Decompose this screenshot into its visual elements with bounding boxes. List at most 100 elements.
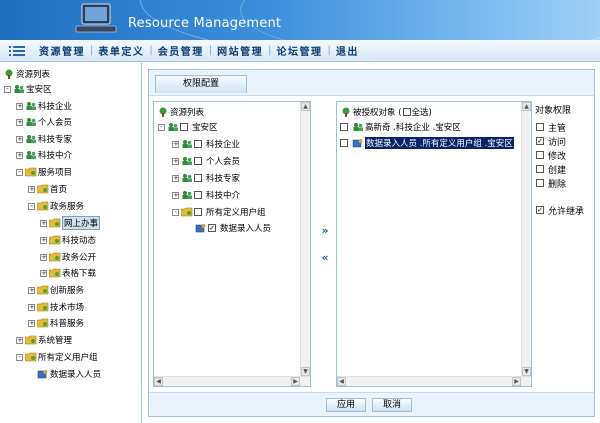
item-checkbox[interactable] xyxy=(340,139,348,147)
add-authorized-button[interactable]: » xyxy=(317,225,333,239)
resource-tree-item-label: 个人会员 xyxy=(206,157,241,167)
permission-checkbox[interactable] xyxy=(536,123,544,131)
allow-inherit-checkbox[interactable]: ✓ xyxy=(536,206,544,214)
item-checkbox[interactable] xyxy=(180,123,188,131)
expand-toggle[interactable]: + xyxy=(172,174,179,182)
vertical-scrollbar[interactable]: ▲ ▼ xyxy=(521,102,531,376)
collapse-toggle[interactable]: - xyxy=(4,85,11,93)
permission-option[interactable]: ✓ 访问 xyxy=(536,135,566,148)
select-all-checkbox[interactable] xyxy=(402,108,411,116)
tree-item[interactable]: + 科技中介 xyxy=(16,148,72,162)
expand-toggle[interactable]: + xyxy=(16,135,23,143)
tree-item[interactable]: + 科技企业 xyxy=(16,99,72,113)
expand-toggle[interactable]: + xyxy=(28,303,35,311)
permission-option[interactable]: 修改 xyxy=(536,149,566,162)
expand-toggle[interactable]: + xyxy=(16,336,23,344)
item-checkbox[interactable] xyxy=(194,174,202,182)
permission-checkbox[interactable]: ✓ xyxy=(536,137,544,145)
authorized-item[interactable]: 数据录入人员 .所有定义用户组 .宝安区 xyxy=(340,136,514,150)
menu-website-management[interactable]: 网站管理 xyxy=(212,43,268,58)
expand-toggle[interactable]: + xyxy=(16,151,23,159)
tree-item[interactable]: + 科技动态 xyxy=(40,233,96,247)
collapse-toggle[interactable]: - xyxy=(172,208,179,216)
menu-exit[interactable]: 退出 xyxy=(331,43,364,58)
scroll-down-arrow[interactable]: ▼ xyxy=(301,367,310,376)
menu-forum-management[interactable]: 论坛管理 xyxy=(272,43,328,58)
item-checkbox[interactable] xyxy=(194,157,202,165)
authorized-item[interactable]: 高新奇 .科技企业 .宝安区 xyxy=(340,120,461,134)
resource-tree-item[interactable]: + 科技中介 xyxy=(172,188,240,202)
tree-item[interactable]: + 个人会员 xyxy=(16,115,72,129)
scroll-right-arrow[interactable]: ▶ xyxy=(512,377,521,386)
apply-button[interactable]: 应用 xyxy=(326,398,366,412)
expand-toggle[interactable]: + xyxy=(172,191,179,199)
tree-item[interactable]: + 技术市场 xyxy=(28,300,84,314)
menu-form-definition[interactable]: 表单定义 xyxy=(93,43,149,58)
scroll-left-arrow[interactable]: ◀ xyxy=(154,377,163,386)
tree-item[interactable]: - 服务项目 xyxy=(16,165,72,179)
remove-authorized-button[interactable]: « xyxy=(317,252,333,266)
tree-item[interactable]: + 网上办事 xyxy=(40,216,101,230)
expand-toggle[interactable]: + xyxy=(16,102,23,110)
tree-item[interactable]: + 科普服务 xyxy=(28,316,84,330)
tab-permission-config[interactable]: 权限配置 xyxy=(155,75,247,93)
scroll-left-arrow[interactable]: ◀ xyxy=(337,377,346,386)
resource-tree-item[interactable]: - 所有定义用户组 xyxy=(172,205,266,219)
resource-tree-item[interactable]: + 个人会员 xyxy=(172,154,240,168)
expand-toggle[interactable]: + xyxy=(28,286,35,294)
expand-toggle[interactable]: + xyxy=(28,185,35,193)
resource-tree-item[interactable]: + 科技企业 xyxy=(172,137,240,151)
scroll-right-arrow[interactable]: ▶ xyxy=(291,377,300,386)
resource-tree-item[interactable]: - 宝安区 xyxy=(158,120,218,134)
tree-item[interactable]: + 政务公开 xyxy=(40,250,96,264)
permission-option[interactable]: 删除 xyxy=(536,177,566,190)
item-checkbox[interactable] xyxy=(194,208,202,216)
scroll-up-arrow[interactable]: ▲ xyxy=(522,102,531,111)
item-checkbox[interactable] xyxy=(194,140,202,148)
item-checkbox[interactable]: ✓ xyxy=(208,224,216,232)
menu-resource-management[interactable]: 资源管理 xyxy=(34,43,90,58)
collapse-toggle[interactable]: - xyxy=(28,202,35,210)
expand-toggle[interactable]: + xyxy=(40,219,47,227)
permission-checkbox[interactable] xyxy=(536,179,544,187)
tree-item[interactable]: - 宝安区 xyxy=(4,82,52,96)
tree-item[interactable]: + 科技专家 xyxy=(16,132,72,146)
collapse-toggle[interactable]: - xyxy=(16,168,23,176)
tree-item[interactable]: - 所有定义用户组 xyxy=(16,350,98,364)
scroll-up-arrow[interactable]: ▲ xyxy=(301,102,310,111)
vertical-scrollbar[interactable]: ▲ ▼ xyxy=(300,102,310,376)
expand-toggle[interactable]: + xyxy=(40,236,47,244)
permission-option[interactable]: 主管 xyxy=(536,121,566,134)
tree-item[interactable]: + 创新服务 xyxy=(28,283,84,297)
scroll-down-arrow[interactable]: ▼ xyxy=(522,367,531,376)
allow-inherit-option[interactable]: ✓ 允许继承 xyxy=(536,204,584,217)
menu-member-management[interactable]: 会员管理 xyxy=(153,43,209,58)
tree-item[interactable]: + 表格下载 xyxy=(40,266,96,280)
collapse-toggle[interactable]: - xyxy=(16,353,23,361)
resource-tree-root[interactable]: 资源列表 xyxy=(157,105,204,119)
tree-item[interactable]: - 政务服务 xyxy=(28,199,84,213)
resource-tree-item-label: 科技企业 xyxy=(206,140,241,150)
permission-checkbox[interactable] xyxy=(536,151,544,159)
horizontal-scrollbar[interactable]: ◀ ▶ xyxy=(154,376,310,386)
item-checkbox[interactable] xyxy=(340,123,348,131)
expand-toggle[interactable]: + xyxy=(172,157,179,165)
cancel-button[interactable]: 取消 xyxy=(372,398,412,412)
tree-root[interactable]: 资源列表 xyxy=(3,67,50,81)
expand-toggle[interactable]: + xyxy=(16,118,23,126)
resource-tree-item-label: 数据录入人员 xyxy=(220,224,272,234)
item-checkbox[interactable] xyxy=(194,191,202,199)
collapse-toggle[interactable]: - xyxy=(158,123,165,131)
resource-tree-item[interactable]: + 科技专家 xyxy=(172,171,240,185)
expand-toggle[interactable]: + xyxy=(40,269,47,277)
permission-option[interactable]: 创建 xyxy=(536,163,566,176)
expand-toggle[interactable]: + xyxy=(28,319,35,327)
horizontal-scrollbar[interactable]: ◀ ▶ xyxy=(337,376,531,386)
expand-toggle[interactable]: + xyxy=(40,253,47,261)
tree-item[interactable]: + 系统管理 xyxy=(16,333,72,347)
expand-toggle[interactable]: + xyxy=(172,140,179,148)
permission-checkbox[interactable] xyxy=(536,165,544,173)
tree-item[interactable]: + 首页 xyxy=(28,182,67,196)
tree-item[interactable]: 数据录入人员 xyxy=(28,367,101,381)
resource-tree-item[interactable]: ✓ 数据录入人员 xyxy=(186,221,271,235)
